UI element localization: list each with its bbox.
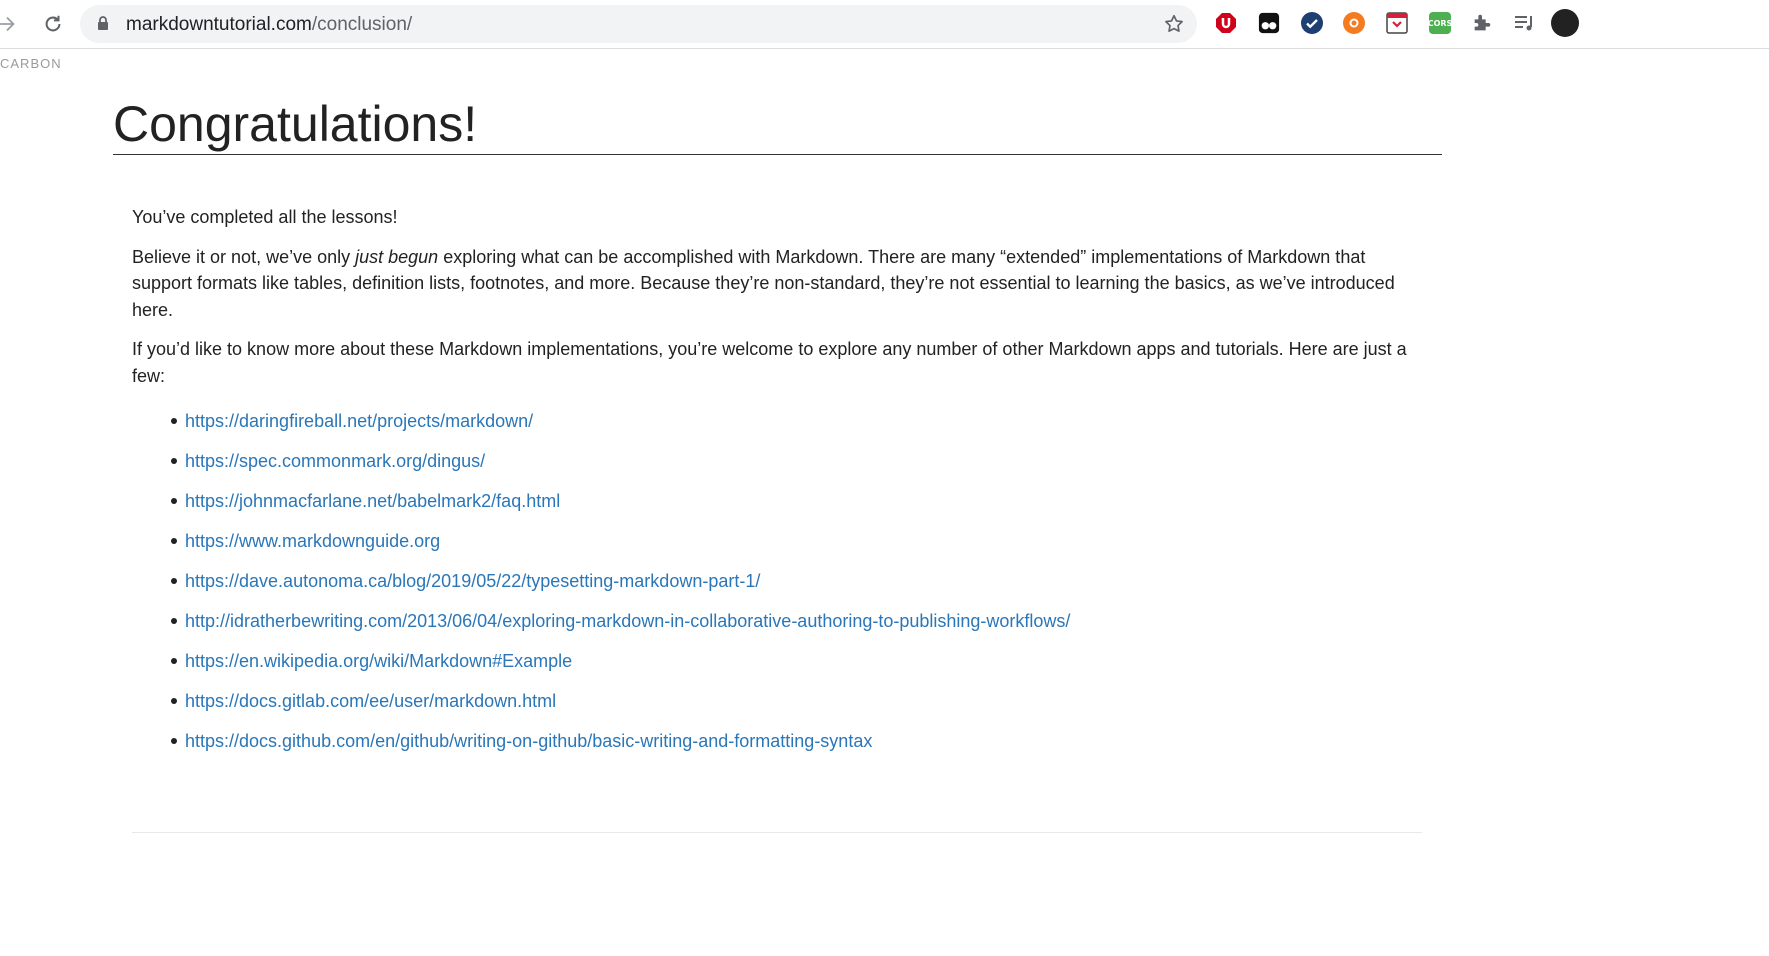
list-item: https://docs.gitlab.com/ee/user/markdown… [132, 685, 1422, 725]
resource-link[interactable]: https://johnmacfarlane.net/babelmark2/fa… [185, 491, 560, 511]
tampermonkey-icon[interactable] [1257, 11, 1281, 35]
cors-label: CORS [1428, 12, 1452, 34]
ublock-icon[interactable] [1214, 11, 1238, 35]
paragraph-completed: You’ve completed all the lessons! [132, 207, 398, 227]
carbon-ad-label[interactable]: CARBON [0, 56, 62, 71]
paragraph-extended: Believe it or not, we’ve only just begun… [132, 244, 1422, 324]
bullet-icon [171, 418, 177, 424]
list-item: http://idratherbewriting.com/2013/06/04/… [132, 605, 1422, 645]
bullet-icon [171, 698, 177, 704]
list-item: https://daringfireball.net/projects/mark… [132, 405, 1422, 445]
emphasis-just-begun: just begun [355, 246, 439, 267]
url-path: /conclusion/ [311, 14, 413, 35]
footer-divider [132, 832, 1422, 833]
conclusion-content: You’ve completed all the lessons! Believ… [132, 204, 1422, 765]
reload-button[interactable] [38, 9, 68, 39]
list-item: https://dave.autonoma.ca/blog/2019/05/22… [132, 565, 1422, 605]
puzzle-icon[interactable] [1470, 11, 1494, 35]
address-bar[interactable]: markdowntutorial.com/conclusion/ [80, 5, 1197, 43]
url-host: markdowntutorial.com [126, 14, 312, 35]
resource-link[interactable]: http://idratherbewriting.com/2013/06/04/… [185, 611, 1070, 631]
cors-icon[interactable]: CORS [1428, 11, 1452, 35]
bullet-icon [171, 658, 177, 664]
resource-link[interactable]: https://www.markdownguide.org [185, 531, 440, 551]
list-item: https://johnmacfarlane.net/babelmark2/fa… [132, 485, 1422, 525]
bullet-icon [171, 458, 177, 464]
list-item: https://docs.github.com/en/github/writin… [132, 725, 1422, 765]
profile-avatar[interactable] [1551, 9, 1579, 37]
resource-links-list: https://daringfireball.net/projects/mark… [132, 405, 1422, 765]
arrow-right-icon [0, 16, 15, 32]
bullet-icon [171, 538, 177, 544]
resource-link[interactable]: https://docs.github.com/en/github/writin… [185, 731, 872, 751]
bullet-icon [171, 738, 177, 744]
bullet-icon [171, 578, 177, 584]
browser-toolbar: markdowntutorial.com/conclusion/ CORS [0, 0, 1769, 49]
checkmark-icon[interactable] [1300, 11, 1324, 35]
resource-link[interactable]: https://dave.autonoma.ca/blog/2019/05/22… [185, 571, 760, 591]
orange-lifebuoy-icon[interactable] [1342, 11, 1366, 35]
bullet-icon [171, 498, 177, 504]
resource-link[interactable]: https://daringfireball.net/projects/mark… [185, 411, 533, 431]
bookmark-star-icon[interactable] [1163, 13, 1185, 40]
list-item: https://en.wikipedia.org/wiki/Markdown#E… [132, 645, 1422, 685]
page-title: Congratulations! [113, 92, 1442, 155]
reload-icon [45, 15, 61, 32]
resource-link[interactable]: https://spec.commonmark.org/dingus/ [185, 451, 485, 471]
resource-link[interactable]: https://docs.gitlab.com/ee/user/markdown… [185, 691, 556, 711]
lock-icon [97, 16, 109, 36]
list-item: https://www.markdownguide.org [132, 525, 1422, 565]
list-item: https://spec.commonmark.org/dingus/ [132, 445, 1422, 485]
forward-button[interactable] [0, 9, 22, 39]
paragraph-more-info: If you’d like to know more about these M… [132, 339, 1407, 386]
pocket-icon[interactable] [1385, 11, 1409, 35]
url-text[interactable]: markdowntutorial.com/conclusion/ [126, 14, 412, 36]
paragraph-extended-start: Believe it or not, we’ve only [132, 246, 356, 267]
media-control-icon[interactable] [1512, 11, 1536, 35]
resource-link[interactable]: https://en.wikipedia.org/wiki/Markdown#E… [185, 651, 572, 671]
bullet-icon [171, 618, 177, 624]
